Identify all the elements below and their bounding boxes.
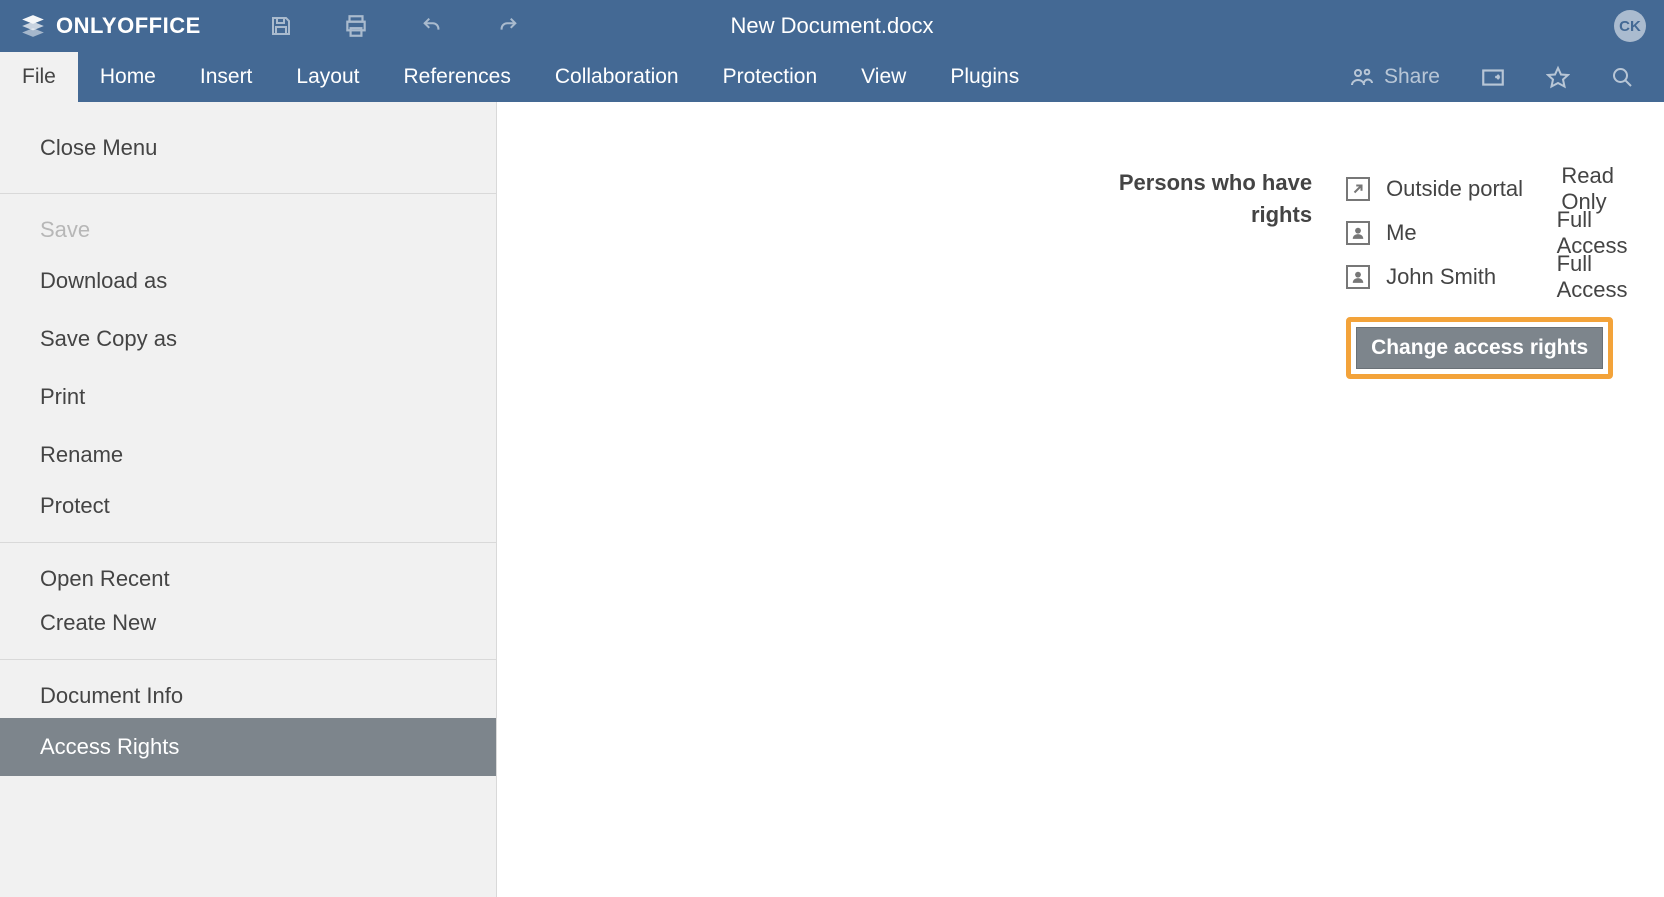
rights-row-me: Me Full Access xyxy=(1346,211,1664,255)
rights-person-name: Me xyxy=(1386,220,1417,246)
ribbon-tab-bar: File Home Insert Layout References Colla… xyxy=(0,52,1664,102)
tab-file[interactable]: File xyxy=(0,52,78,102)
tab-layout[interactable]: Layout xyxy=(274,52,381,102)
sidebar-item-download-as[interactable]: Download as xyxy=(0,252,496,310)
quick-access-toolbar xyxy=(231,13,521,39)
sidebar-item-print[interactable]: Print xyxy=(0,368,496,426)
sidebar-item-create-new[interactable]: Create New xyxy=(0,601,496,659)
sidebar-item-open-recent[interactable]: Open Recent xyxy=(0,543,496,601)
rights-permission: Full Access xyxy=(1557,251,1664,303)
access-rights-panel: Persons who have rights Outside portal R… xyxy=(497,102,1664,897)
person-icon xyxy=(1346,221,1370,245)
tab-view[interactable]: View xyxy=(839,52,928,102)
tab-plugins[interactable]: Plugins xyxy=(928,52,1041,102)
share-button[interactable]: Share xyxy=(1350,65,1440,89)
sidebar-item-save: Save xyxy=(0,194,496,252)
undo-icon[interactable] xyxy=(419,15,445,37)
tab-protection[interactable]: Protection xyxy=(701,52,840,102)
search-icon[interactable] xyxy=(1610,65,1634,89)
open-location-icon[interactable] xyxy=(1480,64,1506,90)
rights-row-john-smith: John Smith Full Access xyxy=(1346,255,1664,299)
sidebar-item-document-info[interactable]: Document Info xyxy=(0,660,496,718)
sidebar-item-save-copy-as[interactable]: Save Copy as xyxy=(0,310,496,368)
user-avatar[interactable]: CK xyxy=(1614,10,1646,42)
share-label: Share xyxy=(1384,65,1440,89)
tab-home[interactable]: Home xyxy=(78,52,178,102)
sidebar-item-protect[interactable]: Protect xyxy=(0,484,496,542)
rights-row-outside-portal: Outside portal Read Only xyxy=(1346,167,1664,211)
brand-logo-icon xyxy=(20,13,46,39)
file-menu-sidebar: Close Menu Save Download as Save Copy as… xyxy=(0,102,497,897)
title-bar: ONLYOFFICE New Document.docx CK xyxy=(0,0,1664,52)
rights-person-name: Outside portal xyxy=(1386,176,1523,202)
sidebar-item-rename[interactable]: Rename xyxy=(0,426,496,484)
brand-text: ONLYOFFICE xyxy=(56,13,201,39)
sidebar-item-access-rights[interactable]: Access Rights xyxy=(0,718,496,776)
file-panel: Close Menu Save Download as Save Copy as… xyxy=(0,102,1664,897)
rights-heading: Persons who have rights xyxy=(497,167,1346,379)
redo-icon[interactable] xyxy=(495,15,521,37)
sidebar-item-close-menu[interactable]: Close Menu xyxy=(0,102,496,194)
change-button-highlight: Change access rights xyxy=(1346,317,1613,379)
rights-list: Outside portal Read Only Me Full Access xyxy=(1346,167,1664,379)
tab-insert[interactable]: Insert xyxy=(178,52,275,102)
tab-references[interactable]: References xyxy=(381,52,532,102)
favorite-icon[interactable] xyxy=(1546,65,1570,89)
save-icon[interactable] xyxy=(269,14,293,38)
person-icon xyxy=(1346,265,1370,289)
brand: ONLYOFFICE xyxy=(0,13,231,39)
tab-collaboration[interactable]: Collaboration xyxy=(533,52,701,102)
external-link-icon xyxy=(1346,177,1370,201)
rights-person-name: John Smith xyxy=(1386,264,1496,290)
share-people-icon xyxy=(1350,65,1374,89)
tabbar-right-tools: Share xyxy=(1350,52,1664,102)
change-access-rights-button[interactable]: Change access rights xyxy=(1356,327,1603,369)
print-icon[interactable] xyxy=(343,13,369,39)
